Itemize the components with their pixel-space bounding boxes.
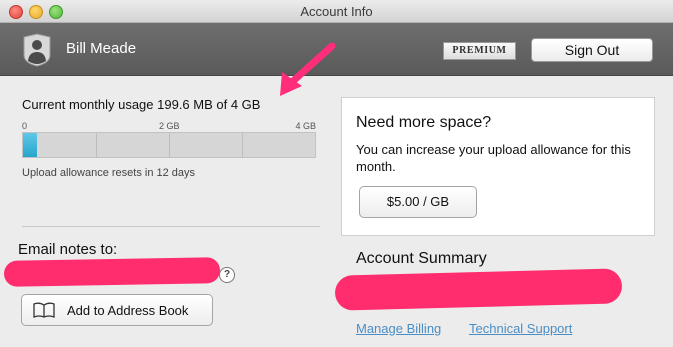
need-more-space-body: You can increase your upload allowance f… — [356, 142, 631, 174]
usage-progress-bar — [22, 132, 316, 158]
pink-arrow-annotation — [280, 42, 336, 96]
add-to-address-book-button[interactable]: Add to Address Book — [21, 294, 213, 326]
redacted-summary-mark — [334, 268, 623, 311]
open-book-icon — [33, 302, 55, 318]
premium-badge: PREMIUM — [443, 42, 516, 60]
tick-label: 0 — [22, 121, 28, 131]
window-title: Account Info — [300, 4, 373, 19]
account-summary-title: Account Summary — [356, 250, 487, 267]
need-more-space-title: Need more space? — [356, 114, 492, 131]
section-divider — [22, 226, 320, 227]
buy-space-button[interactable]: $5.00 / GB — [359, 186, 477, 218]
technical-support-link[interactable]: Technical Support — [469, 321, 572, 336]
usage-progress-fill — [23, 133, 37, 157]
email-notes-label: Email notes to: — [18, 241, 118, 258]
user-name: Bill Meade — [66, 40, 137, 57]
redacted-email-mark — [3, 257, 221, 287]
bar-divider — [169, 133, 170, 157]
help-button[interactable]: ? — [219, 267, 235, 283]
tick-label: 4 GB — [295, 121, 316, 131]
bar-divider — [242, 133, 243, 157]
usage-label: Current monthly usage 199.6 MB of 4 GB — [22, 97, 261, 112]
manage-billing-link[interactable]: Manage Billing — [356, 321, 441, 336]
bar-divider — [96, 133, 97, 157]
need-more-space-panel: Need more space? You can increase your u… — [341, 97, 655, 236]
sign-out-button[interactable]: Sign Out — [531, 38, 653, 62]
add-to-address-book-label: Add to Address Book — [67, 303, 189, 318]
tick-label: 2 GB — [159, 121, 180, 131]
account-info-window: Account Info Bill Meade PREMIUM Sign Out… — [0, 0, 673, 347]
title-bar: Account Info — [0, 0, 673, 23]
allowance-reset-text: Upload allowance resets in 12 days — [22, 167, 196, 179]
user-silhouette-icon — [23, 33, 51, 67]
